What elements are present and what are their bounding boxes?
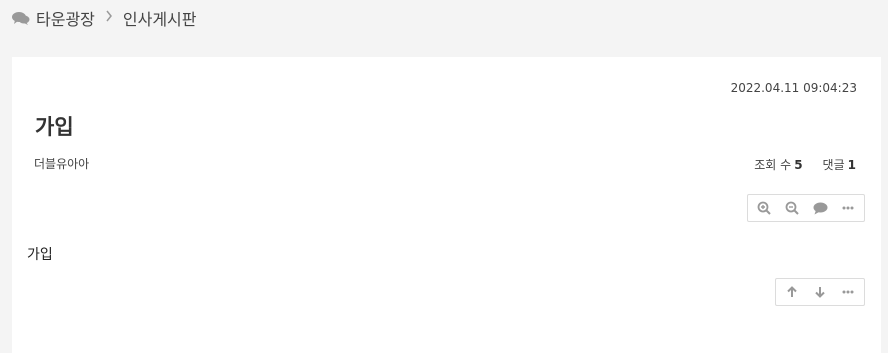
comments-label: 댓글: [822, 158, 845, 172]
post-nav-toolbar: [775, 278, 865, 306]
views-count: 조회 수5: [754, 156, 802, 173]
comments-count[interactable]: 댓글 1: [823, 156, 856, 173]
breadcrumb: 타운광장 인사게시판: [12, 6, 197, 30]
more-icon[interactable]: [839, 283, 857, 301]
arrow-up-icon[interactable]: [783, 283, 801, 301]
post-title: 가입: [35, 115, 74, 139]
post-date: 2022.04.11 09:04:23: [730, 81, 857, 95]
views-label: 조회 수: [754, 158, 792, 172]
views-value: 5: [794, 158, 803, 172]
post-body: 가입: [27, 247, 53, 263]
post-author[interactable]: 더블유아아: [34, 155, 89, 172]
post-toolbar: [747, 194, 865, 222]
breadcrumb-board-link[interactable]: 인사게시판: [123, 6, 197, 30]
comments-icon: [12, 10, 32, 26]
zoom-in-icon[interactable]: [755, 199, 773, 217]
zoom-out-icon[interactable]: [783, 199, 801, 217]
breadcrumb-section-link[interactable]: 타운광장: [36, 6, 95, 30]
chevron-right-icon: [105, 10, 113, 26]
comments-value: 1: [847, 158, 856, 172]
post-card: 2022.04.11 09:04:23 가입 더블유아아 조회 수5 댓글 1 가…: [12, 57, 881, 353]
comment-icon[interactable]: [811, 199, 829, 217]
more-icon[interactable]: [839, 199, 857, 217]
post-meta: 조회 수5 댓글 1: [754, 156, 856, 173]
arrow-down-icon[interactable]: [811, 283, 829, 301]
